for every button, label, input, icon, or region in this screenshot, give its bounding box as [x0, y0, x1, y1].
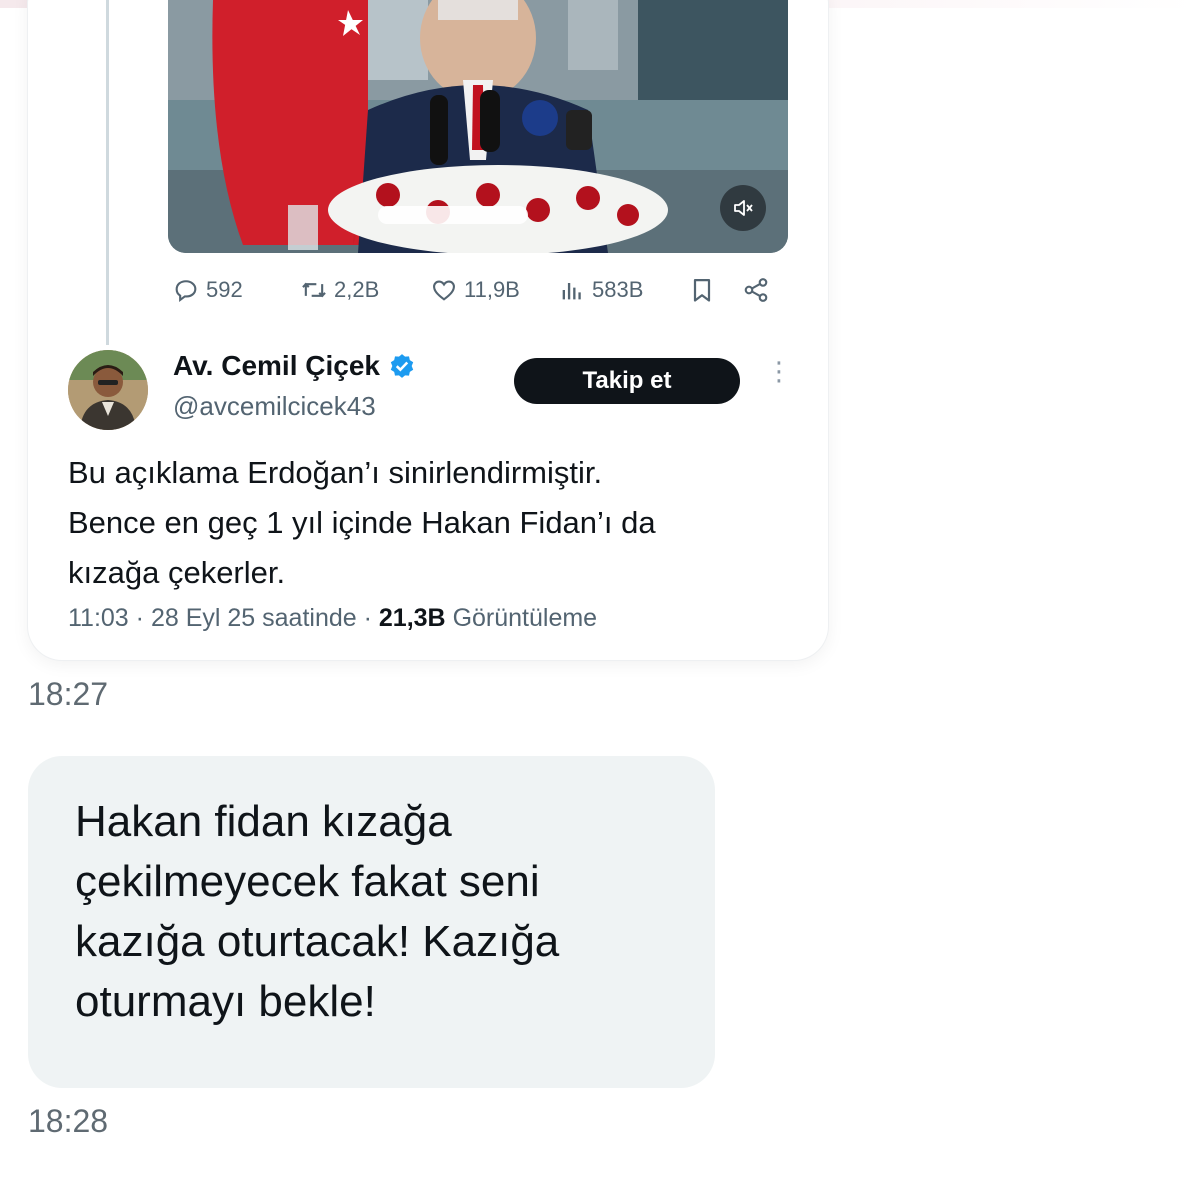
views-chart-icon [562, 283, 581, 300]
reply-icon [175, 280, 197, 303]
author-handle[interactable]: @avcemilcicek43 [173, 391, 376, 422]
volume-mute-icon[interactable] [720, 185, 766, 231]
thread-line [106, 0, 109, 345]
bookmark-icon [693, 278, 711, 302]
retweet-icon [302, 282, 326, 298]
message-timestamp: 18:27 [28, 676, 109, 712]
tweet-meta: 11:03 · 28 Eyl 25 saatinde · 21,3B Görün… [68, 604, 597, 633]
tweet-date[interactable]: 28 Eyl 25 saatinde [151, 604, 357, 632]
video-frame-illustration [168, 0, 788, 253]
message-text-line: oturmayı bekle! [75, 977, 376, 1026]
message-text-line: Hakan fidan kızağa [75, 797, 452, 846]
message-bubble[interactable]: Hakan fidan kızağa çekilmeyecek fakat se… [28, 756, 715, 1088]
reply-button[interactable]: 592 [172, 272, 243, 308]
message-timestamp: 18:28 [28, 1103, 109, 1139]
tweet-views-count: 21,3B [378, 604, 446, 632]
tweet-text: Bu açıklama Erdoğan’ı sinirlendirmiştir.… [68, 448, 798, 598]
author-name[interactable]: Av. Cemil Çiçek [173, 350, 416, 382]
retweet-button[interactable]: 2,2B [300, 272, 379, 308]
avatar-image [68, 350, 148, 430]
like-count: 11,9B [464, 277, 520, 302]
meta-separator: · [363, 604, 372, 632]
tweet-views-label: Görüntüleme [452, 604, 598, 632]
tweet-text-line: Bu açıklama Erdoğan’ı sinirlendirmiştir. [68, 455, 603, 490]
verified-badge-icon [390, 354, 414, 378]
message-text-line: çekilmeyecek fakat seni [75, 857, 540, 906]
tweet-text-line: Bence en geç 1 yıl içinde Hakan Fidan’ı … [68, 505, 656, 540]
follow-button[interactable]: Takip et [514, 358, 740, 404]
heart-icon [433, 280, 455, 301]
author-name-text: Av. Cemil Çiçek [173, 350, 380, 381]
tweet-time[interactable]: 11:03 [68, 604, 129, 632]
retweet-count: 2,2B [334, 277, 380, 302]
views-count: 583B [592, 277, 644, 302]
more-options-icon[interactable]: ⋮ [766, 358, 792, 398]
message-text-line: kazığa oturtacak! Kazığa [75, 917, 560, 966]
reply-count: 592 [206, 277, 243, 302]
share-button[interactable] [742, 272, 770, 308]
bookmark-button[interactable] [688, 272, 716, 308]
share-icon [744, 278, 768, 302]
message-text: Hakan fidan kızağa çekilmeyecek fakat se… [75, 792, 695, 1032]
tweet-text-line: kızağa çekerler. [68, 555, 286, 590]
tweet-action-bar: 592 2,2B 11,9B 583B [172, 272, 792, 308]
tweet-video[interactable] [168, 0, 788, 253]
like-button[interactable]: 11,9B [430, 272, 520, 308]
views-button[interactable]: 583B [558, 272, 643, 308]
avatar[interactable] [68, 350, 148, 430]
meta-separator: · [135, 604, 144, 632]
